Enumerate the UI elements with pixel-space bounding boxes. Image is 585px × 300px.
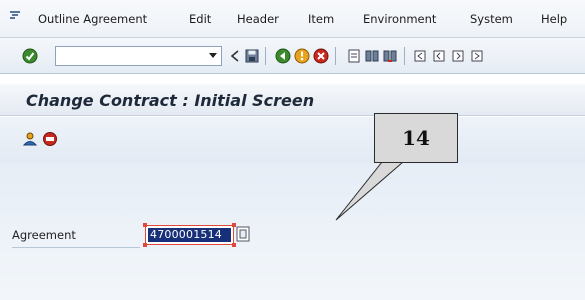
label-underline	[12, 247, 140, 248]
callout-box: 14	[374, 113, 458, 163]
screen-title-bar: Change Contract : Initial Screen	[0, 84, 585, 116]
person-icon[interactable]	[22, 131, 38, 147]
back-icon[interactable]	[228, 48, 244, 64]
find-icon[interactable]	[364, 48, 380, 64]
document-icon[interactable]	[42, 131, 58, 147]
find-next-icon[interactable]	[382, 48, 398, 64]
page-title: Change Contract : Initial Screen	[26, 91, 315, 110]
enter-icon[interactable]	[22, 48, 38, 64]
menu-help[interactable]: Help	[541, 12, 567, 26]
toolbar-separator	[265, 47, 266, 65]
cancel-icon[interactable]	[313, 48, 329, 64]
main-area: Agreement 4700001514	[0, 163, 585, 300]
menu-header[interactable]: Header	[237, 12, 279, 26]
menu-bar: Outline Agreement Edit Header Item Envir…	[0, 0, 585, 38]
callout-number: 14	[402, 126, 430, 150]
last-page-icon[interactable]	[469, 48, 485, 64]
required-marker	[143, 243, 147, 247]
menu-environment[interactable]: Environment	[363, 12, 436, 26]
application-toolbar	[0, 117, 585, 163]
required-marker	[232, 243, 236, 247]
menu-edit[interactable]: Edit	[189, 12, 211, 26]
callout-pointer	[335, 162, 404, 221]
system-menu-icon[interactable]	[8, 9, 22, 23]
search-help-icon[interactable]	[236, 225, 251, 243]
prev-page-icon[interactable]	[431, 48, 447, 64]
nav-back-icon[interactable]	[275, 48, 291, 64]
menu-item[interactable]: Item	[308, 12, 334, 26]
chevron-down-icon[interactable]	[205, 47, 221, 65]
agreement-input[interactable]: 4700001514	[145, 225, 234, 245]
toolbar-separator	[335, 47, 336, 65]
command-field[interactable]	[55, 46, 222, 66]
agreement-label: Agreement	[12, 228, 76, 242]
agreement-input-value: 4700001514	[148, 228, 231, 242]
save-icon[interactable]	[244, 48, 260, 64]
menu-outline-agreement[interactable]: Outline Agreement	[38, 12, 147, 26]
next-page-icon[interactable]	[450, 48, 466, 64]
menu-system[interactable]: System	[470, 12, 513, 26]
first-page-icon[interactable]	[412, 48, 428, 64]
toolbar-separator	[404, 47, 405, 65]
exit-icon[interactable]	[294, 48, 310, 64]
standard-toolbar	[0, 38, 585, 74]
print-icon[interactable]	[346, 48, 362, 64]
required-marker	[143, 223, 147, 227]
